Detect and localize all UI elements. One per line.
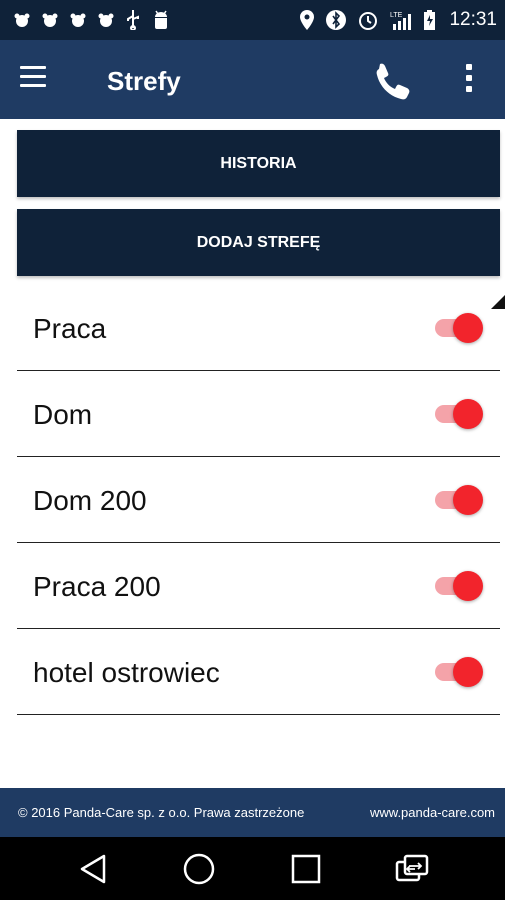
add-zone-button[interactable]: DODAJ STREFĘ [17,209,500,276]
panda-notification-icon [14,13,30,27]
zone-row[interactable]: Dom [17,371,500,457]
zone-row[interactable]: Praca [17,285,500,371]
zone-name: Dom 200 [33,485,147,516]
zone-toggle[interactable] [435,483,483,517]
recent-apps-icon[interactable] [286,849,326,889]
panda-notification-icon [98,13,114,27]
status-bar-left [14,10,170,30]
overflow-menu-icon[interactable] [464,64,474,96]
back-icon[interactable] [73,849,113,889]
location-icon [300,10,315,30]
android-debug-icon [155,10,167,29]
bluetooth-icon [326,10,347,30]
zone-toggle[interactable] [435,655,483,689]
zone-name: Dom [33,399,93,430]
zone-name: hotel ostrowiec [33,657,220,688]
footer: © 2016 Panda-Care sp. z o.o. Prawa zastr… [0,788,505,837]
zone-toggle[interactable] [435,569,483,603]
zone-toggle[interactable] [435,311,483,345]
status-time: 12:31 [449,9,497,30]
switch-app-icon[interactable] [392,849,432,889]
zone-row[interactable]: hotel ostrowiec [17,629,500,715]
alarm-icon [359,12,378,30]
menu-icon[interactable] [20,66,46,90]
lte-signal-icon: LTE [390,12,412,30]
zone-list: Praca Dom Dom 200 Praca 200 hotel ostrow… [17,285,500,715]
page-title: Strefy [107,66,181,96]
history-button[interactable]: HISTORIA [17,130,500,197]
battery-icon [424,10,436,30]
status-bar-right: LTE 12:31 [300,9,497,31]
zone-name: Praca [33,313,107,344]
system-nav-bar [0,837,505,900]
panda-notification-icon [42,13,58,27]
usb-icon [127,10,139,30]
phone-call-icon[interactable] [372,60,412,100]
zone-row[interactable]: Dom 200 [17,457,500,543]
status-bar: LTE 12:31 [0,0,505,40]
zone-row[interactable]: Praca 200 [17,543,500,629]
svg-text:LTE: LTE [390,12,403,19]
panda-notification-icon [70,13,86,27]
home-icon[interactable] [179,849,219,889]
footer-website-link[interactable]: www.panda-care.com [370,805,495,820]
zone-name: Praca 200 [33,571,161,602]
footer-copyright: © 2016 Panda-Care sp. z o.o. Prawa zastr… [18,805,305,820]
zone-toggle[interactable] [435,397,483,431]
app-bar: Strefy [0,40,505,119]
